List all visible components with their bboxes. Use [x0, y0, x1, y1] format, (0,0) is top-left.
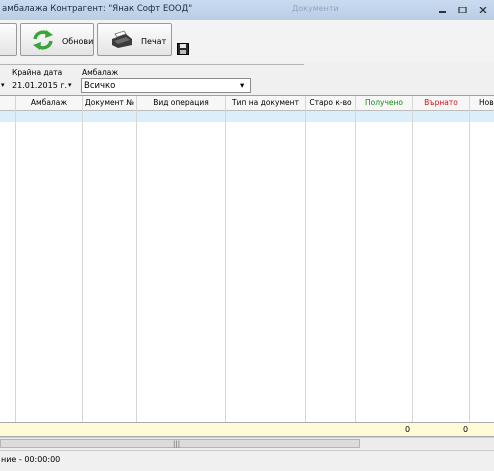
column-header-packaging[interactable]: Амбалаж: [16, 96, 82, 110]
selected-row[interactable]: [0, 111, 494, 122]
column-divider: [136, 96, 137, 436]
column-header-document-number[interactable]: Документ №: [83, 96, 136, 110]
total-returned: 0: [463, 425, 469, 434]
totals-row: 0 0: [0, 422, 494, 437]
grid-header: Амбалаж Документ № Вид операция Тип на д…: [0, 96, 494, 111]
save-icon[interactable]: [177, 43, 189, 55]
column-divider: [355, 96, 356, 436]
status-bar: ние - 00:00:00: [0, 450, 494, 471]
partial-toolbar-button[interactable]: [0, 23, 17, 56]
scrollbar-thumb[interactable]: |||: [0, 439, 360, 448]
packaging-label: Амбалаж: [82, 68, 119, 77]
horizontal-scrollbar[interactable]: |||: [0, 437, 494, 449]
column-header-returned[interactable]: Върнато: [413, 96, 469, 110]
column-divider: [15, 96, 16, 436]
data-grid[interactable]: Амбалаж Документ № Вид операция Тип на д…: [0, 95, 494, 436]
close-icon[interactable]: [478, 7, 488, 13]
packaging-select-value: Всичко: [84, 81, 116, 91]
toolbar: Обнови Печат: [0, 20, 494, 62]
column-header-document-type[interactable]: Тип на документ: [226, 96, 305, 110]
start-date-dropdown-arrow-icon[interactable]: ▾: [1, 81, 5, 89]
total-received: 0: [405, 425, 411, 434]
end-date-dropdown-arrow-icon[interactable]: ▾: [68, 81, 72, 89]
column-header-received[interactable]: Получено: [356, 96, 412, 110]
end-date-label: Крайна дата: [12, 68, 63, 77]
print-button-label: Печат: [141, 37, 167, 46]
column-divider: [412, 96, 413, 436]
print-button[interactable]: Печат: [97, 23, 172, 56]
column-divider: [305, 96, 306, 436]
column-header-new[interactable]: Нов: [470, 96, 494, 110]
window-title: амбалажа Контрагент: "Янак Софт ЕООД": [2, 4, 193, 14]
column-divider: [469, 96, 470, 436]
column-divider: [225, 96, 226, 436]
refresh-button[interactable]: Обнови: [20, 23, 94, 56]
background-window-title: Документи: [292, 4, 339, 13]
column-header-old-quantity[interactable]: Старо к-во: [306, 96, 355, 110]
toolbar-separator: [0, 64, 304, 65]
chevron-down-icon: ▾: [240, 81, 245, 91]
column-divider: [82, 96, 83, 436]
printer-icon: [112, 30, 132, 48]
minimize-icon[interactable]: [438, 7, 448, 13]
scroll-grip-icon: |||: [173, 440, 181, 448]
title-bar: амбалажа Контрагент: "Янак Софт ЕООД" До…: [0, 0, 494, 20]
status-text: ние - 00:00:00: [1, 455, 61, 464]
refresh-icon: [33, 30, 53, 50]
refresh-button-label: Обнови: [62, 37, 94, 46]
end-date-picker[interactable]: 21.01.2015 г.: [12, 81, 67, 90]
maximize-icon[interactable]: [458, 7, 468, 13]
column-header-operation-type[interactable]: Вид операция: [137, 96, 225, 110]
packaging-select[interactable]: Всичко ▾: [81, 78, 251, 93]
